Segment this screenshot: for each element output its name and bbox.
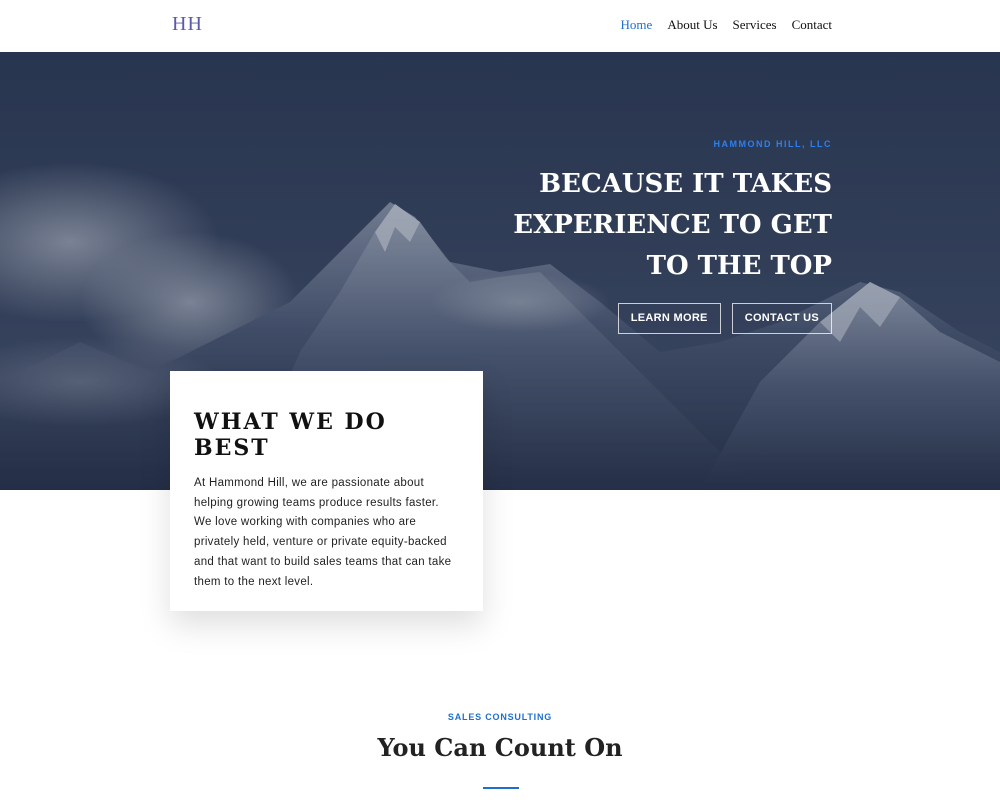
section-title: You Can Count On — [377, 733, 623, 762]
nav-services[interactable]: Services — [733, 17, 777, 33]
hero-headline-line-3: TO THE TOP — [646, 251, 832, 281]
hero-headline-line-2: EXPERIENCE TO GET — [513, 210, 832, 240]
nav-home[interactable]: Home — [621, 17, 653, 33]
section-divider — [483, 787, 519, 789]
hero-headline: BECAUSE IT TAKES EXPERIENCE TO GET TO TH… — [492, 164, 832, 287]
hero-buttons: LEARN MORE CONTACT US — [492, 303, 832, 334]
learn-more-button[interactable]: LEARN MORE — [617, 303, 721, 334]
hero-eyebrow: HAMMOND HILL, LLC — [713, 139, 832, 149]
nav-contact[interactable]: Contact — [792, 17, 832, 33]
site-header: HH Home About Us Services Contact — [0, 0, 1000, 52]
card-text: At Hammond Hill, we are passionate about… — [194, 477, 452, 588]
nav-about-us[interactable]: About Us — [667, 17, 717, 33]
hero-headline-line-1: BECAUSE IT TAKES — [539, 169, 832, 199]
hero-section: HAMMOND HILL, LLC BECAUSE IT TAKES EXPER… — [0, 52, 1000, 490]
card-title: WHAT WE DO BEST — [194, 409, 387, 461]
contact-us-button[interactable]: CONTACT US — [731, 303, 832, 334]
hero-content: HAMMOND HILL, LLC BECAUSE IT TAKES EXPER… — [492, 139, 832, 334]
what-we-do-card: WHAT WE DO BEST At Hammond Hill, we are … — [170, 371, 483, 611]
site-logo[interactable]: HH — [172, 13, 203, 36]
section-eyebrow: SALES CONSULTING — [447, 712, 553, 722]
main-nav: Home About Us Services Contact — [621, 17, 832, 33]
